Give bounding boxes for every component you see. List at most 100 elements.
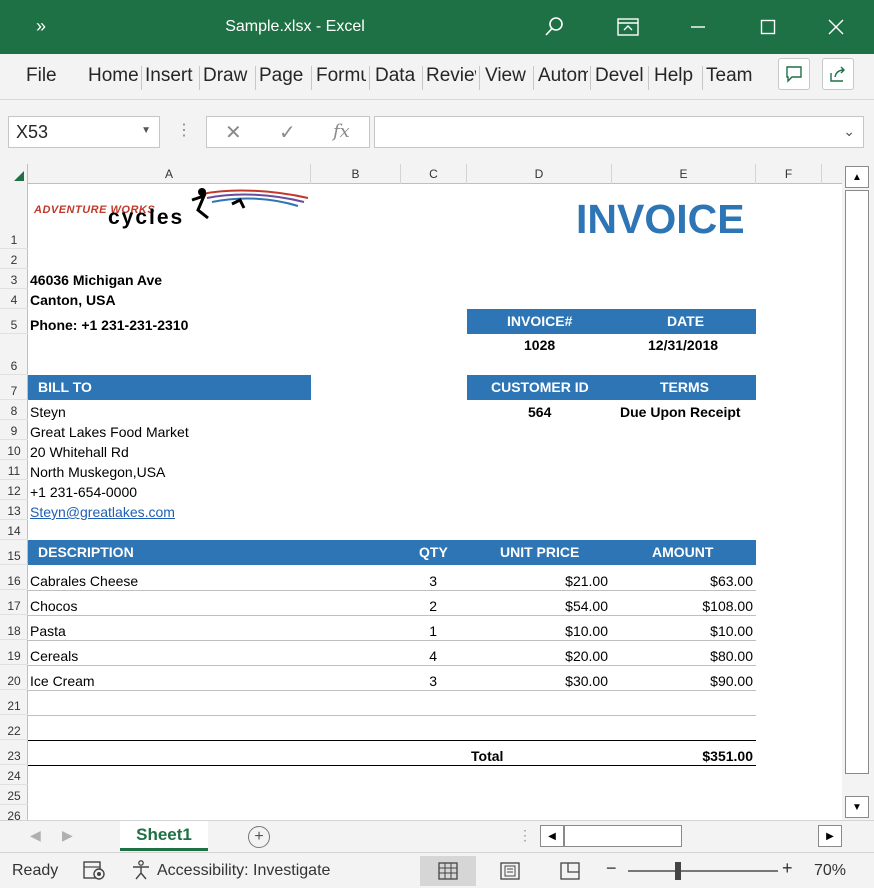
normal-view-icon[interactable] — [420, 856, 476, 886]
invoice-sheet: ADVENTURE WORKS cycles INVOICE 46036 Mic… — [28, 184, 842, 820]
macro-recording-icon[interactable] — [82, 859, 106, 886]
row-header[interactable]: 24 — [0, 765, 28, 785]
row-header[interactable]: 5 — [0, 309, 28, 334]
zoom-level[interactable]: 70% — [814, 862, 846, 880]
tab-view[interactable]: View — [485, 65, 531, 87]
row-header[interactable]: 6 — [0, 334, 28, 375]
scroll-up-icon[interactable]: ▲ — [845, 166, 869, 188]
item-description: Pasta — [30, 623, 66, 639]
column-header-f[interactable]: F — [756, 164, 822, 184]
prev-sheet-icon[interactable]: ◀ — [30, 827, 41, 844]
accessibility-icon[interactable] — [130, 859, 152, 886]
tab-automate[interactable]: Autom — [538, 65, 588, 87]
zoom-slider[interactable] — [628, 870, 778, 872]
row-header[interactable]: 7 — [0, 375, 28, 400]
row-header[interactable]: 10 — [0, 440, 28, 460]
row-header[interactable]: 12 — [0, 480, 28, 500]
close-icon[interactable] — [814, 10, 858, 44]
row-header[interactable]: 20 — [0, 665, 28, 690]
row-header[interactable]: 13 — [0, 500, 28, 520]
chevron-down-icon[interactable]: ▼ — [141, 125, 151, 136]
row-header[interactable]: 1 — [0, 184, 28, 249]
insert-function-icon[interactable]: fx — [333, 121, 350, 142]
tab-insert[interactable]: Insert — [145, 65, 197, 87]
search-icon[interactable] — [532, 10, 576, 44]
tab-file[interactable]: File — [26, 65, 66, 87]
ribbon-display-icon[interactable] — [606, 10, 650, 44]
tab-separator — [533, 66, 534, 90]
minimize-icon[interactable] — [676, 10, 720, 44]
vertical-scrollbar[interactable]: ▲ ▼ — [842, 164, 874, 820]
column-header-b[interactable]: B — [311, 164, 401, 184]
scroll-down-icon[interactable]: ▼ — [845, 796, 869, 818]
column-header-c[interactable]: C — [401, 164, 467, 184]
invoice-date: 12/31/2018 — [648, 337, 719, 353]
zoom-slider-thumb[interactable] — [675, 862, 681, 880]
zoom-out-icon[interactable]: − — [606, 858, 617, 879]
share-icon[interactable] — [822, 58, 854, 90]
formula-input[interactable]: ⌄ — [374, 116, 864, 148]
add-sheet-icon[interactable]: + — [248, 826, 270, 848]
cancel-icon[interactable]: ✕ — [225, 120, 242, 145]
bill-to-city: North Muskegon,USA — [30, 464, 166, 480]
comments-icon[interactable] — [778, 58, 810, 90]
row-header[interactable]: 16 — [0, 565, 28, 590]
row-header[interactable]: 25 — [0, 785, 28, 805]
tab-team[interactable]: Team — [706, 65, 758, 87]
worksheet-grid[interactable]: A B C D E F 1 2 3 4 5 6 7 8 9 10 11 12 1… — [0, 164, 842, 820]
tab-review[interactable]: Review — [426, 65, 476, 87]
bill-to-email-link[interactable]: Steyn@greatlakes.com — [30, 504, 175, 520]
item-qty: 1 — [429, 623, 437, 639]
row-headers: 1 2 3 4 5 6 7 8 9 10 11 12 13 14 15 16 1… — [0, 184, 28, 820]
status-bar: Ready Accessibility: Investigate − + 70% — [0, 852, 874, 888]
row-header[interactable]: 22 — [0, 715, 28, 740]
page-break-view-icon[interactable] — [542, 856, 598, 886]
tab-draw[interactable]: Draw — [203, 65, 253, 87]
tab-data[interactable]: Data — [375, 65, 421, 87]
row-header[interactable]: 2 — [0, 249, 28, 269]
scroll-right-icon[interactable]: ▶ — [818, 825, 842, 847]
tab-formulas[interactable]: Formu — [316, 65, 366, 87]
items-table-header: DESCRIPTION QTY UNIT PRICE AMOUNT — [28, 540, 756, 565]
more-options-icon[interactable]: ⋮ — [176, 120, 192, 140]
maximize-icon[interactable] — [746, 10, 790, 44]
scroll-left-icon[interactable]: ◀ — [540, 825, 564, 847]
bill-to-label: BILL TO — [38, 379, 92, 395]
qty-header: QTY — [419, 544, 448, 560]
column-header-d[interactable]: D — [467, 164, 612, 184]
page-layout-view-icon[interactable] — [482, 856, 538, 886]
row-header[interactable]: 23 — [0, 740, 28, 765]
column-header-a[interactable]: A — [28, 164, 311, 184]
row-header[interactable]: 17 — [0, 590, 28, 615]
row-header[interactable]: 4 — [0, 289, 28, 309]
row-header[interactable]: 21 — [0, 690, 28, 715]
expand-formula-icon[interactable]: ⌄ — [843, 123, 855, 140]
zoom-in-icon[interactable]: + — [782, 858, 793, 879]
row-header[interactable]: 9 — [0, 420, 28, 440]
scroll-track[interactable] — [845, 190, 869, 774]
row-header[interactable]: 15 — [0, 540, 28, 565]
row-header[interactable]: 19 — [0, 640, 28, 665]
select-all-button[interactable] — [0, 164, 28, 184]
scroll-thumb[interactable] — [564, 825, 682, 847]
tab-help[interactable]: Help — [654, 65, 700, 87]
tab-separator — [369, 66, 370, 90]
row-header[interactable]: 8 — [0, 400, 28, 420]
tab-developer[interactable]: Devel — [595, 65, 645, 87]
enter-icon[interactable]: ✓ — [279, 120, 296, 145]
tab-home[interactable]: Home — [88, 65, 138, 87]
row-header[interactable]: 14 — [0, 520, 28, 540]
accessibility-status[interactable]: Accessibility: Investigate — [157, 862, 330, 880]
tab-page-layout[interactable]: Page — [259, 65, 307, 87]
name-box[interactable]: X53 ▼ — [8, 116, 160, 148]
row-header[interactable]: 26 — [0, 805, 28, 820]
total-amount: $351.00 — [702, 748, 753, 764]
row-header[interactable]: 3 — [0, 269, 28, 289]
next-sheet-icon[interactable]: ▶ — [62, 827, 73, 844]
row-header[interactable]: 18 — [0, 615, 28, 640]
tab-split-handle-icon[interactable]: ⋮ — [518, 827, 532, 844]
column-header-e[interactable]: E — [612, 164, 756, 184]
sheet-tab-sheet1[interactable]: Sheet1 — [120, 821, 208, 851]
horizontal-scrollbar[interactable]: ◀ ▶ — [540, 825, 842, 847]
row-header[interactable]: 11 — [0, 460, 28, 480]
